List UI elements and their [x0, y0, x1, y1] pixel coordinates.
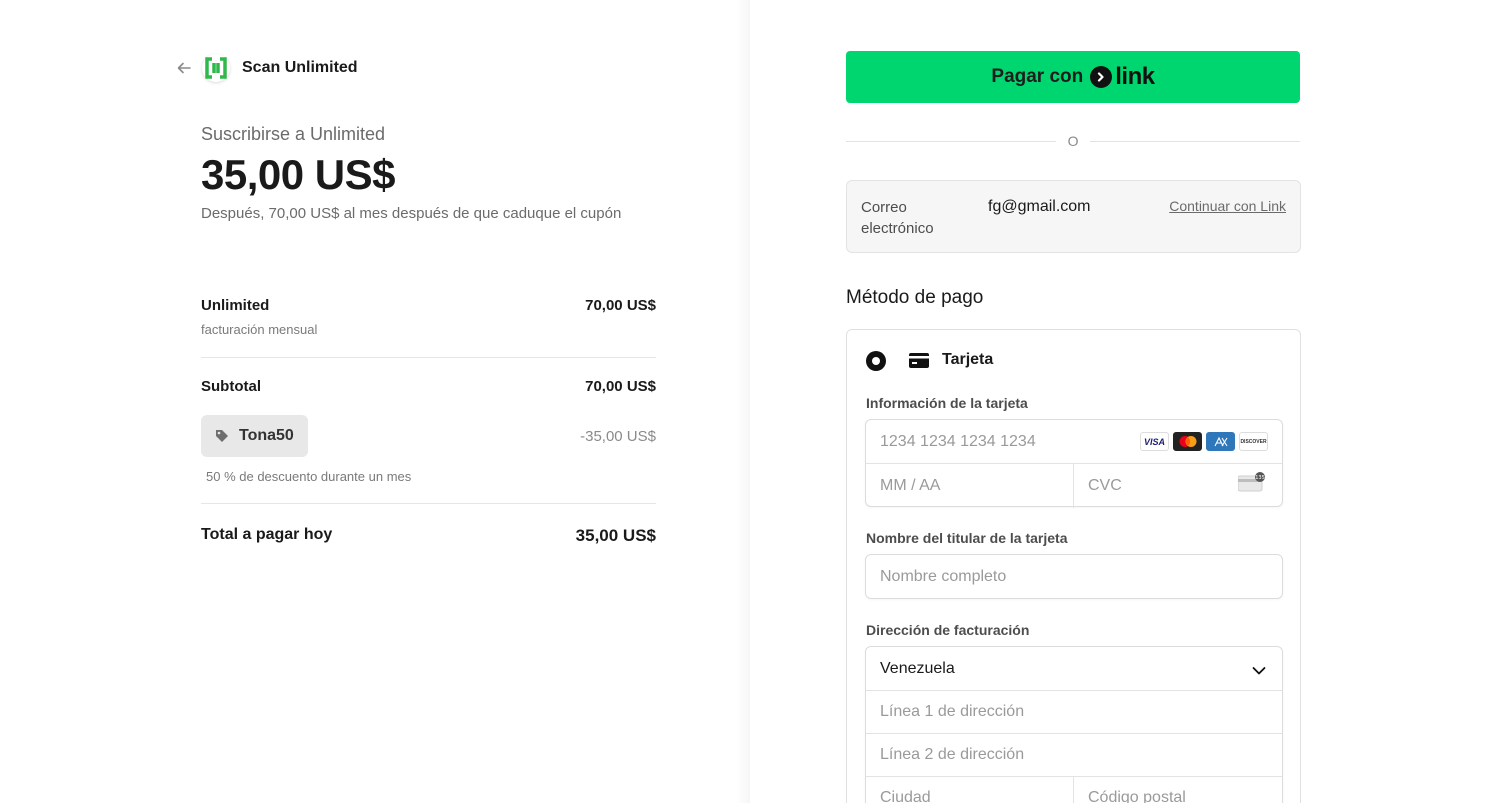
- chevron-down-icon: [1252, 663, 1266, 681]
- card-info-group: 1234 1234 1234 1234 VISA DISCOVER MM / A…: [865, 419, 1283, 508]
- line-item-price: 70,00 US$: [585, 297, 656, 314]
- merchant-logo-icon: [202, 54, 230, 82]
- line-item-row: Unlimited facturación mensual 70,00 US$: [201, 297, 656, 337]
- divider: [201, 503, 656, 504]
- cardholder-label: Nombre del titular de la tarjeta: [866, 530, 1068, 546]
- discover-icon: DISCOVER: [1239, 432, 1268, 451]
- email-value[interactable]: fg@gmail.com: [988, 198, 1091, 216]
- line-item-billing: facturación mensual: [201, 322, 318, 337]
- coupon-code: Tona50: [239, 427, 294, 444]
- email-label: Correo electrónico: [861, 199, 934, 237]
- country-select[interactable]: Venezuela: [866, 647, 1284, 690]
- link-brand: link: [1115, 63, 1155, 90]
- svg-text:135: 135: [1255, 475, 1265, 481]
- merchant-header: Scan Unlimited: [176, 52, 358, 84]
- city-field[interactable]: Ciudad: [866, 777, 1073, 803]
- postal-code-field[interactable]: Código postal: [1074, 777, 1284, 803]
- billing-address-label: Dirección de facturación: [866, 622, 1030, 638]
- merchant-name: Scan Unlimited: [242, 59, 358, 76]
- link-chevron-icon: [1090, 66, 1113, 88]
- or-label: O: [1067, 133, 1079, 149]
- country-value: Venezuela: [880, 659, 955, 677]
- visa-icon: VISA: [1140, 432, 1169, 451]
- cardholder-field[interactable]: Nombre completo: [865, 554, 1283, 599]
- total-label: Total a pagar hoy: [201, 526, 333, 543]
- card-brands: VISA DISCOVER: [1140, 432, 1268, 451]
- city-placeholder: Ciudad: [880, 789, 931, 803]
- email-section: Correo electrónico fg@gmail.com Continua…: [846, 180, 1301, 253]
- subtotal-label: Subtotal: [201, 378, 261, 395]
- card-info-label: Información de la tarjeta: [866, 395, 1028, 411]
- card-radio[interactable]: [866, 351, 886, 371]
- address-line2-field[interactable]: Línea 2 de dirección: [866, 734, 1284, 776]
- expiry-field[interactable]: MM / AA: [866, 464, 1073, 508]
- amount-due: 35,00 US$: [201, 151, 395, 198]
- billing-address-group: Venezuela Línea 1 de dirección Línea 2 d…: [865, 646, 1283, 803]
- link-button-prefix: Pagar con: [991, 66, 1084, 87]
- divider: [201, 357, 656, 358]
- postal-code-placeholder: Código postal: [1088, 789, 1186, 803]
- coupon-description: 50 % de descuento durante un mes: [206, 469, 412, 484]
- product-summary: Suscribirse a Unlimited 35,00 US$ Despué…: [201, 124, 656, 224]
- tag-icon: [215, 429, 229, 443]
- mastercard-icon: [1173, 432, 1202, 451]
- total-value: 35,00 US$: [575, 526, 656, 545]
- back-arrow-icon[interactable]: [176, 60, 192, 76]
- address-line2-placeholder: Línea 2 de dirección: [880, 746, 1025, 763]
- subscribe-label: Suscribirse a Unlimited: [201, 124, 386, 144]
- cvc-card-icon: 135: [1237, 472, 1266, 497]
- subtotal-row: Subtotal 70,00 US$: [201, 378, 656, 395]
- order-summary-panel: Scan Unlimited Suscribirse a Unlimited 3…: [0, 0, 750, 803]
- or-separator: O: [846, 131, 1301, 151]
- address-line1-placeholder: Línea 1 de dirección: [880, 703, 1025, 720]
- coupon-chip[interactable]: Tona50: [201, 415, 308, 457]
- total-row: Total a pagar hoy 35,00 US$: [201, 526, 656, 546]
- after-coupon-note: Después, 70,00 US$ al mes después de que…: [201, 205, 622, 222]
- coupon-discount: -35,00 US$: [580, 427, 656, 445]
- card-option-label[interactable]: Tarjeta: [942, 351, 993, 369]
- payment-method-title: Método de pago: [846, 287, 984, 308]
- cardholder-placeholder: Nombre completo: [880, 567, 1007, 585]
- coupon-row: Tona50 -35,00 US$: [201, 415, 656, 457]
- card-number-placeholder: 1234 1234 1234 1234: [880, 432, 1036, 450]
- expiry-placeholder: MM / AA: [880, 477, 941, 494]
- line-item-name: Unlimited: [201, 297, 270, 314]
- continue-with-link[interactable]: Continuar con Link: [1169, 198, 1286, 214]
- payment-method-box: Tarjeta Información de la tarjeta 1234 1…: [846, 329, 1301, 803]
- line-items: Unlimited facturación mensual 70,00 US$ …: [201, 297, 656, 546]
- cvc-placeholder: CVC: [1088, 477, 1122, 494]
- address-line1-field[interactable]: Línea 1 de dirección: [866, 691, 1284, 733]
- credit-card-icon: [909, 353, 929, 373]
- subtotal-value: 70,00 US$: [585, 378, 656, 395]
- pay-with-link-button[interactable]: Pagar con link: [846, 51, 1300, 103]
- amex-icon: [1206, 432, 1235, 451]
